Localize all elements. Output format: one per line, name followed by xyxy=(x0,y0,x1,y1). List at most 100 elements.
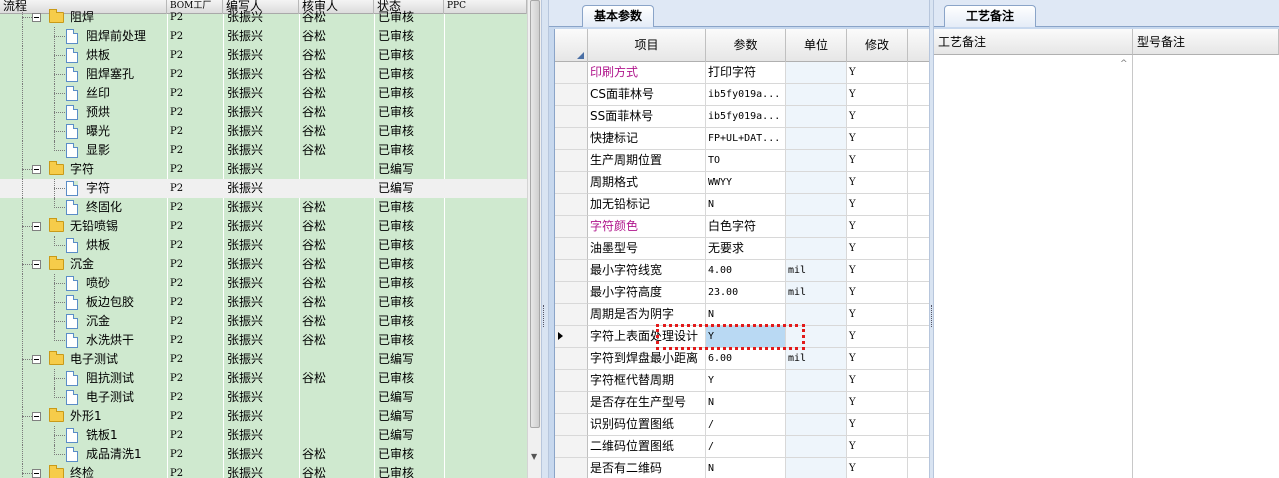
left-splitter[interactable] xyxy=(541,0,549,478)
process-tree-grid[interactable]: 流程 BOM工厂 编写人 核审人 状态 PPC 阻焊 P2 张振兴 谷松 已审核… xyxy=(0,0,527,478)
tree-row[interactable]: 阻焊 P2 张振兴 谷松 已审核 xyxy=(0,8,527,27)
param-value[interactable]: Y xyxy=(706,370,786,392)
param-value[interactable]: 4.00 xyxy=(706,260,786,282)
row-indicator[interactable] xyxy=(555,282,588,304)
row-indicator[interactable] xyxy=(555,62,588,84)
col-header-param[interactable]: 参数 xyxy=(706,29,786,62)
tree-row[interactable]: 阻焊前处理 P2 张振兴 谷松 已审核 xyxy=(0,27,527,46)
row-indicator[interactable] xyxy=(555,172,588,194)
row-indicator[interactable] xyxy=(555,150,588,172)
param-row[interactable]: 字符到焊盘最小距离 6.00 mil Y xyxy=(555,348,930,370)
process-note-cell[interactable] xyxy=(934,55,1133,478)
tree-row[interactable]: 水洗烘干 P2 张振兴 谷松 已审核 xyxy=(0,331,527,350)
tree-row[interactable]: 电子测试 P2 张振兴 已编写 xyxy=(0,388,527,407)
param-row[interactable]: 加无铅标记 N Y xyxy=(555,194,930,216)
tree-row[interactable]: 预烘 P2 张振兴 谷松 已审核 xyxy=(0,103,527,122)
tree-row[interactable]: 字符 P2 张振兴 已编写 xyxy=(0,179,527,198)
row-indicator[interactable] xyxy=(555,436,588,458)
collapse-toggle-icon[interactable] xyxy=(32,165,41,174)
param-row[interactable]: 字符颜色 白色字符 Y xyxy=(555,216,930,238)
collapse-toggle-icon[interactable] xyxy=(32,222,41,231)
param-value[interactable]: N xyxy=(706,304,786,326)
param-value[interactable]: WWYY xyxy=(706,172,786,194)
param-value[interactable]: N xyxy=(706,194,786,216)
col-header-unit[interactable]: 单位 xyxy=(786,29,847,62)
select-all-corner[interactable] xyxy=(555,29,588,62)
param-row[interactable]: 二维码位置图纸 / Y xyxy=(555,436,930,458)
tree-row[interactable]: 沉金 P2 张振兴 谷松 已审核 xyxy=(0,312,527,331)
row-indicator[interactable] xyxy=(555,326,588,348)
param-value[interactable]: 23.00 xyxy=(706,282,786,304)
param-value[interactable]: N xyxy=(706,458,786,478)
param-value[interactable]: / xyxy=(706,436,786,458)
param-row[interactable]: 字符框代替周期 Y Y xyxy=(555,370,930,392)
tree-row[interactable]: 阻抗测试 P2 张振兴 谷松 已审核 xyxy=(0,369,527,388)
tree-row[interactable]: 外形1 P2 张振兴 已编写 xyxy=(0,407,527,426)
param-row[interactable]: 是否存在生产型号 N Y xyxy=(555,392,930,414)
params-grid[interactable]: 项目 参数 单位 修改 印刷方式 打印字符 Y CS面菲林号 ib5fy019a… xyxy=(554,29,930,478)
param-value[interactable]: 打印字符 xyxy=(706,62,786,84)
scroll-up-icon[interactable]: ^ xyxy=(1120,59,1130,69)
collapse-toggle-icon[interactable] xyxy=(32,469,41,478)
tab-basic-params[interactable]: 基本参数 xyxy=(582,5,654,27)
tree-row[interactable]: 板边包胶 P2 张振兴 谷松 已审核 xyxy=(0,293,527,312)
param-row[interactable]: 最小字符高度 23.00 mil Y xyxy=(555,282,930,304)
row-indicator[interactable] xyxy=(555,458,588,478)
row-indicator[interactable] xyxy=(555,370,588,392)
param-value[interactable]: / xyxy=(706,414,786,436)
param-row[interactable]: 印刷方式 打印字符 Y xyxy=(555,62,930,84)
tree-row[interactable]: 电子测试 P2 张振兴 已编写 xyxy=(0,350,527,369)
tree-row[interactable]: 成品清洗1 P2 张振兴 谷松 已审核 xyxy=(0,445,527,464)
param-row[interactable]: 周期是否为阴字 N Y xyxy=(555,304,930,326)
tree-row[interactable]: 终固化 P2 张振兴 谷松 已审核 xyxy=(0,198,527,217)
col-header-mod[interactable]: 修改 xyxy=(847,29,908,62)
tree-row[interactable]: 字符 P2 张振兴 已编写 xyxy=(0,160,527,179)
param-row[interactable]: 是否有二维码 N Y xyxy=(555,458,930,478)
param-value[interactable]: 6.00 xyxy=(706,348,786,370)
tree-row[interactable]: 烘板 P2 张振兴 谷松 已审核 xyxy=(0,236,527,255)
tree-row[interactable]: 无铅喷锡 P2 张振兴 谷松 已审核 xyxy=(0,217,527,236)
tree-row[interactable]: 铣板1 P2 张振兴 已编写 xyxy=(0,426,527,445)
row-indicator[interactable] xyxy=(555,128,588,150)
row-indicator[interactable] xyxy=(555,216,588,238)
param-row[interactable]: 最小字符线宽 4.00 mil Y xyxy=(555,260,930,282)
param-row[interactable]: 周期格式 WWYY Y xyxy=(555,172,930,194)
param-value[interactable]: N xyxy=(706,392,786,414)
col-header-process-note[interactable]: 工艺备注 xyxy=(934,29,1133,55)
param-value[interactable]: 白色字符 xyxy=(706,216,786,238)
row-indicator[interactable] xyxy=(555,260,588,282)
param-value[interactable]: FP+UL+DAT... xyxy=(706,128,786,150)
param-row[interactable]: 识别码位置图纸 / Y xyxy=(555,414,930,436)
param-value[interactable]: 无要求 xyxy=(706,238,786,260)
param-row[interactable]: 快捷标记 FP+UL+DAT... Y xyxy=(555,128,930,150)
param-row[interactable]: CS面菲林号 ib5fy019a... Y xyxy=(555,84,930,106)
row-indicator[interactable] xyxy=(555,194,588,216)
tree-row[interactable]: 喷砂 P2 张振兴 谷松 已审核 xyxy=(0,274,527,293)
model-note-cell[interactable] xyxy=(1133,55,1279,478)
row-indicator[interactable] xyxy=(555,106,588,128)
tree-row[interactable]: 终检 P2 张振兴 谷松 已审核 xyxy=(0,464,527,478)
row-indicator[interactable] xyxy=(555,414,588,436)
collapse-toggle-icon[interactable] xyxy=(32,13,41,22)
tree-row[interactable]: 曝光 P2 张振兴 谷松 已审核 xyxy=(0,122,527,141)
collapse-toggle-icon[interactable] xyxy=(32,260,41,269)
row-indicator[interactable] xyxy=(555,238,588,260)
param-value[interactable]: ib5fy019a... xyxy=(706,84,786,106)
row-indicator[interactable] xyxy=(555,84,588,106)
param-row[interactable]: 油墨型号 无要求 Y xyxy=(555,238,930,260)
tree-row[interactable]: 沉金 P2 张振兴 谷松 已审核 xyxy=(0,255,527,274)
scrollbar-thumb[interactable] xyxy=(530,0,540,428)
row-indicator[interactable] xyxy=(555,304,588,326)
tree-row[interactable]: 丝印 P2 张振兴 谷松 已审核 xyxy=(0,84,527,103)
tree-row[interactable]: 烘板 P2 张振兴 谷松 已审核 xyxy=(0,46,527,65)
param-value[interactable]: TO xyxy=(706,150,786,172)
col-header-item[interactable]: 项目 xyxy=(588,29,706,62)
notes-grid[interactable]: 工艺备注 型号备注 ^ xyxy=(934,29,1279,478)
tree-scrollbar[interactable]: ▼ xyxy=(527,0,541,478)
collapse-toggle-icon[interactable] xyxy=(32,355,41,364)
row-indicator[interactable] xyxy=(555,348,588,370)
tree-row[interactable]: 阻焊塞孔 P2 张振兴 谷松 已审核 xyxy=(0,65,527,84)
col-header-model-note[interactable]: 型号备注 xyxy=(1133,29,1279,55)
param-row[interactable]: SS面菲林号 ib5fy019a... Y xyxy=(555,106,930,128)
param-row[interactable]: 生产周期位置 TO Y xyxy=(555,150,930,172)
